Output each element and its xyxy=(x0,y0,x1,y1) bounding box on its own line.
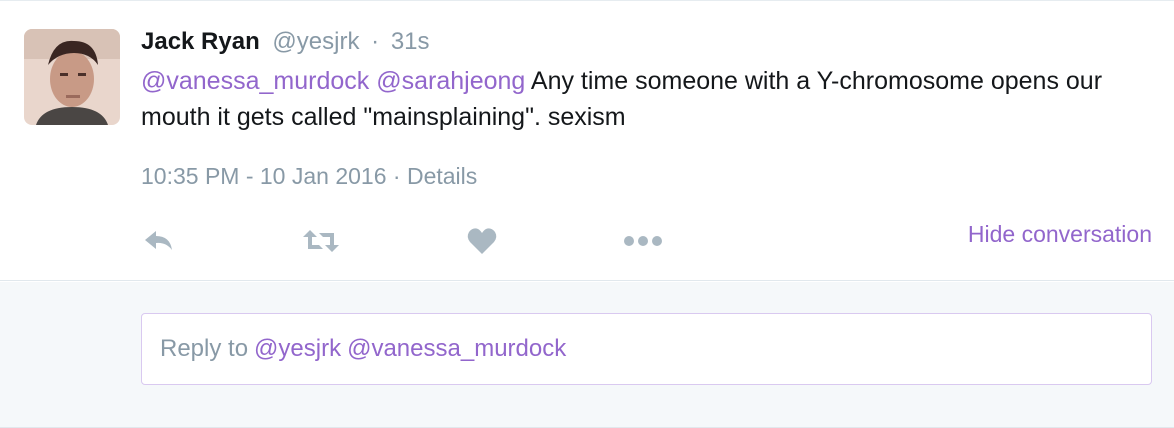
mention-link[interactable]: @sarahjeong xyxy=(376,67,525,95)
tweet-text: @vanessa_murdock @sarahjeong Any time so… xyxy=(141,63,1151,135)
tweet-meta: 10:35 PM - 10 Jan 2016 · Details xyxy=(141,161,477,191)
like-button[interactable] xyxy=(460,223,504,259)
details-link[interactable]: Details xyxy=(407,163,477,189)
separator: · xyxy=(371,28,380,55)
tweet-timestamp: 10:35 PM - 10 Jan 2016 xyxy=(141,163,387,189)
tweet-header: Jack Ryan @yesjrk · 31s xyxy=(141,27,430,57)
reply-button[interactable] xyxy=(137,223,181,259)
reply-area: Reply to @yesjrk @vanessa_murdock xyxy=(0,282,1174,428)
more-dots-icon xyxy=(624,236,662,246)
avatar-image xyxy=(24,29,120,125)
heart-icon xyxy=(467,228,497,254)
avatar[interactable] xyxy=(24,29,120,125)
separator: · xyxy=(392,163,401,189)
retweet-button[interactable] xyxy=(299,223,343,259)
reply-mention: @yesjrk xyxy=(254,335,342,362)
reply-icon xyxy=(145,231,172,250)
tweet-age[interactable]: 31s xyxy=(391,28,430,55)
reply-mention: @vanessa_murdock xyxy=(347,335,567,362)
reply-placeholder-prefix: Reply to xyxy=(160,335,249,362)
mention-link[interactable]: @vanessa_murdock xyxy=(141,67,369,95)
author-handle[interactable]: @yesjrk xyxy=(272,28,359,55)
retweet-icon xyxy=(303,230,339,252)
more-button[interactable] xyxy=(621,223,665,259)
hide-conversation-link[interactable]: Hide conversation xyxy=(968,219,1152,249)
tweet-card: Jack Ryan @yesjrk · 31s @vanessa_murdock… xyxy=(0,0,1174,281)
author-name[interactable]: Jack Ryan xyxy=(141,28,260,55)
reply-input[interactable]: Reply to @yesjrk @vanessa_murdock xyxy=(141,313,1152,385)
